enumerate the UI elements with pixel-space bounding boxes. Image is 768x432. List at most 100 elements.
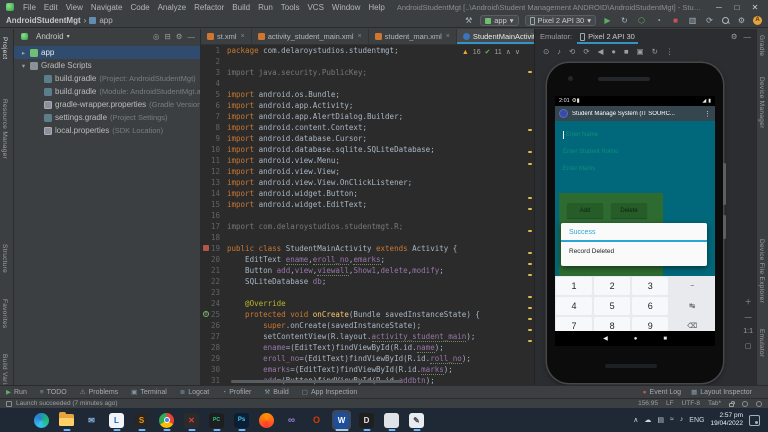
display-icon[interactable]: ▤ (657, 416, 664, 424)
tool-window-button-favorites[interactable]: Favorites (1, 299, 8, 328)
key-3[interactable]: 3 (632, 277, 668, 295)
breadcrumb-module[interactable]: app (99, 16, 112, 25)
project-settings-icon[interactable]: ⚙ (176, 32, 183, 41)
menu-window[interactable]: Window (328, 3, 364, 12)
project-hide-icon[interactable]: — (188, 32, 196, 41)
emulator-settings-icon[interactable]: ⚙ (731, 32, 738, 41)
tool-window-layout-inspector[interactable]: ▦Layout Inspector (691, 388, 752, 396)
code-area[interactable]: 1package com.delaroystudios.studentmgt;2… (201, 45, 534, 385)
breadcrumb-project[interactable]: AndroidStudentMgt (6, 16, 81, 25)
stop-button[interactable]: ■ (670, 16, 681, 25)
back-icon[interactable]: ◀ (598, 47, 604, 56)
network-icon[interactable]: ≈ (670, 416, 674, 424)
project-locate-icon[interactable]: ◎ (153, 32, 160, 41)
indent-style[interactable]: Tab* (708, 400, 721, 407)
app-d-icon[interactable]: D (354, 408, 379, 432)
start-button[interactable] (4, 408, 29, 432)
tree-item-build-gradle[interactable]: build.gradle (Project: AndroidStudentMgt… (14, 72, 200, 85)
app-x-icon[interactable]: ✕ (179, 408, 204, 432)
key-fn[interactable]: − (670, 277, 714, 295)
close-tab-icon[interactable]: × (241, 33, 245, 40)
zoom-in-icon[interactable]: ＋ (745, 297, 752, 307)
close-tab-icon[interactable]: × (358, 33, 362, 40)
key-6[interactable]: 6 (632, 297, 668, 315)
apply-changes-icon[interactable]: ↻ (619, 16, 630, 25)
chrome-icon[interactable] (154, 408, 179, 432)
project-view-select[interactable]: Android (36, 32, 64, 41)
office-icon[interactable]: O (304, 408, 329, 432)
tool-window-run[interactable]: ▶Run (6, 388, 27, 396)
edittext-enter-name[interactable]: Enter Name (563, 128, 707, 141)
menu-view[interactable]: View (62, 3, 87, 12)
tool-window-switcher-icon[interactable] (6, 401, 12, 407)
volume-icon[interactable]: ♪ (680, 416, 684, 424)
expand-arrow-icon[interactable]: ▾ (20, 62, 27, 70)
tool-window-button-structure[interactable]: Structure (1, 244, 8, 273)
editor-tab-student-man-xml[interactable]: student_man.xml× (369, 29, 457, 44)
tree-item-local-properties[interactable]: local.properties (SDK Location) (14, 124, 200, 137)
tool-window-todo[interactable]: ≡TODO (40, 388, 67, 396)
key-1[interactable]: 1 (556, 277, 592, 295)
avatar[interactable]: A (753, 16, 762, 25)
home-icon[interactable]: ● (611, 47, 616, 56)
key-fn[interactable]: ↹ (670, 297, 714, 315)
screenshot-icon[interactable]: ▣ (636, 47, 643, 56)
tool-window-profiler[interactable]: ◔Profiler (222, 388, 251, 396)
line-separator[interactable]: LF (666, 400, 674, 407)
menu-analyze[interactable]: Analyze (154, 3, 190, 12)
overview-icon[interactable]: ■ (624, 47, 629, 56)
edittext-enter-student-rollno[interactable]: Enter Student Rollno (563, 145, 707, 158)
sublime-icon[interactable]: S (129, 408, 154, 432)
mail-icon[interactable]: ✉ (79, 408, 104, 432)
photoshop-icon[interactable]: Ps (229, 408, 254, 432)
file-explorer-icon[interactable] (54, 408, 79, 432)
search-icon[interactable] (721, 16, 730, 25)
button-add[interactable]: Add (567, 203, 603, 218)
visual-studio-icon[interactable]: ∞ (279, 408, 304, 432)
lock-icon[interactable] (729, 403, 734, 407)
app-l-icon[interactable]: L (104, 408, 129, 432)
tool-window-button-gradle[interactable]: Gradle (758, 35, 765, 56)
fit-icon[interactable]: ▢ (745, 342, 752, 350)
tool-window-app-inspection[interactable]: ▢App Inspection (302, 388, 357, 396)
expand-arrow-icon[interactable]: ▸ (20, 49, 27, 57)
edge-icon[interactable] (29, 408, 54, 432)
tree-item-settings-gradle[interactable]: settings.gradle (Project Settings) (14, 111, 200, 124)
menu-edit[interactable]: Edit (40, 3, 62, 12)
build-hammer-icon[interactable]: ⚒ (463, 16, 474, 25)
project-collapse-all-icon[interactable]: ⊟ (164, 32, 170, 41)
back-icon[interactable]: ◀ (603, 335, 608, 342)
close-tab-icon[interactable]: × (446, 33, 450, 40)
menu-code[interactable]: Code (126, 3, 153, 12)
settings-gear-icon[interactable]: ⚙ (736, 16, 747, 25)
close-button[interactable]: ✕ (746, 3, 764, 12)
tree-item-build-gradle[interactable]: build.gradle (Module: AndroidStudentMgt.… (14, 85, 200, 98)
button-delete[interactable]: Delete (611, 203, 647, 218)
sync-gradle-icon[interactable]: ⟳ (704, 16, 715, 25)
zoom-reset[interactable]: 1:1 (743, 328, 753, 335)
tree-item-app[interactable]: ▸app (14, 46, 200, 59)
language-indicator[interactable]: ENG (689, 417, 704, 424)
tool-window-button-resource-manager[interactable]: Resource Manager (1, 99, 8, 159)
caret-position[interactable]: 156:95 (638, 400, 658, 407)
power-icon[interactable]: ⊙ (543, 47, 549, 56)
menu-file[interactable]: File (19, 3, 40, 12)
emulator-device-tab[interactable]: Pixel 2 API 30 (577, 29, 638, 44)
tray-expand-icon[interactable]: ∧ (633, 416, 638, 424)
notification-icon[interactable] (749, 415, 760, 426)
run-config-select[interactable]: app ▾ (480, 15, 518, 26)
editor-tab-activity-student-main-xml[interactable]: activity_student_main.xml× (252, 29, 369, 44)
minimize-button[interactable]: ─ (710, 3, 728, 12)
app-light-icon[interactable] (379, 408, 404, 432)
device-select[interactable]: Pixel 2 API 30 ▾ (525, 15, 596, 26)
tool-window-button-device-file-explorer[interactable]: Device File Explorer (758, 239, 765, 303)
overflow-menu-icon[interactable]: ⋮ (704, 110, 711, 118)
tool-window-button-device-manager[interactable]: Device Manager (758, 77, 765, 129)
editor-tab-st-xml[interactable]: st.xml× (201, 29, 252, 44)
rotate-right-icon[interactable]: ⟳ (583, 47, 589, 56)
tool-window-build[interactable]: ⚒Build (264, 388, 288, 396)
tree-item-gradle-scripts[interactable]: ▾Gradle Scripts (14, 59, 200, 72)
key-2[interactable]: 2 (594, 277, 630, 295)
override-marker-icon[interactable]: o (203, 311, 209, 317)
maximize-button[interactable]: □ (728, 3, 746, 12)
